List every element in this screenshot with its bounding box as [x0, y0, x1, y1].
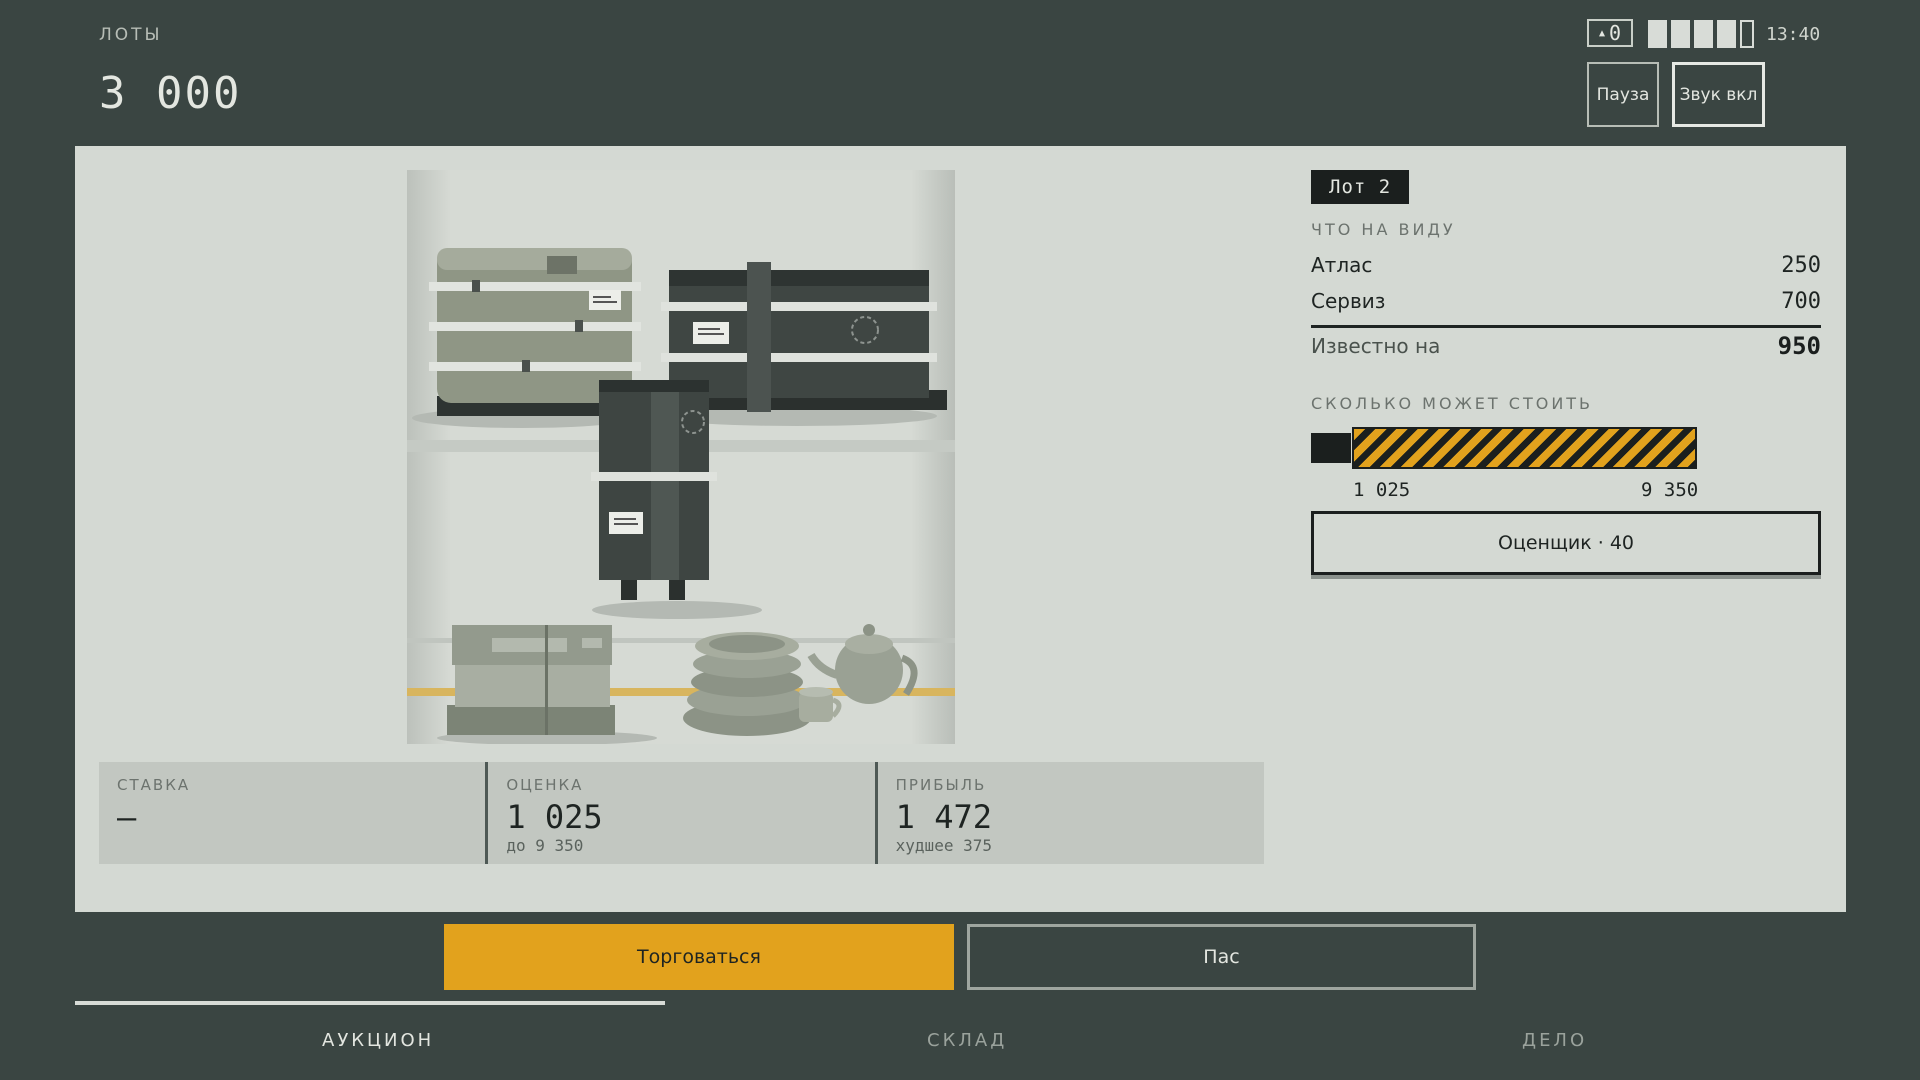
estimate-value: 1 025 — [506, 798, 603, 836]
stats-bar: СТАВКА — ОЦЕНКА 1 025 до 9 350 ПРИБЫЛЬ 1… — [99, 762, 1264, 864]
bid-value: — — [117, 798, 137, 836]
value-range-bar — [1311, 427, 1821, 471]
unknown-range-stripe — [1352, 427, 1697, 469]
battery-bar — [1648, 20, 1667, 48]
lot-illustration — [407, 170, 955, 744]
estimate-stat: ОЦЕНКА 1 025 до 9 350 — [485, 762, 875, 864]
money-value: 3 000 — [99, 68, 242, 119]
range-labels: 1 025 9 350 — [1311, 479, 1821, 505]
item-value: 250 — [1781, 252, 1821, 278]
lot-badge: Лот 2 — [1311, 170, 1410, 204]
battery-indicator — [1648, 20, 1754, 48]
trade-button[interactable]: Торговаться — [444, 924, 954, 990]
known-value-marker — [1311, 433, 1351, 463]
profit-value: 1 472 — [895, 798, 992, 836]
profit-label: ПРИБЫЛЬ — [895, 776, 987, 794]
item-name: Сервиз — [1311, 289, 1386, 313]
worth-title: СКОЛЬКО МОЖЕТ СТОИТЬ — [1311, 394, 1594, 413]
battery-bar — [1717, 20, 1736, 48]
known-value: 950 — [1777, 332, 1821, 360]
signal-up-icon: ▲ — [1598, 27, 1605, 39]
sound-toggle-button[interactable]: Звук вкл — [1672, 62, 1765, 127]
battery-bar — [1694, 20, 1713, 48]
clock: 13:40 — [1766, 24, 1821, 45]
known-total-row: Известно на 950 — [1311, 325, 1821, 364]
estimate-sub: до 9 350 — [506, 836, 584, 855]
range-high: 9 350 — [1641, 479, 1699, 501]
known-label: Известно на — [1311, 334, 1441, 358]
profit-stat: ПРИБЫЛЬ 1 472 худшее 375 — [874, 762, 1264, 864]
signal-indicator: ▲ 0 — [1587, 19, 1633, 47]
item-name: Атлас — [1311, 253, 1373, 277]
tab-case[interactable]: ДЕЛО — [1522, 1030, 1587, 1051]
item-value: 700 — [1781, 288, 1821, 314]
estimate-label: ОЦЕНКА — [506, 776, 584, 794]
visible-items-title: ЧТО НА ВИДУ — [1311, 220, 1456, 239]
pause-button[interactable]: Пауза — [1587, 62, 1659, 127]
lot-details: Лот 2 ЧТО НА ВИДУ Атлас 250 Сервиз 700 И… — [1311, 170, 1821, 575]
list-item: Атлас 250 — [1311, 247, 1821, 283]
list-item: Сервиз 700 — [1311, 283, 1821, 319]
auction-panel: СТАВКА — ОЦЕНКА 1 025 до 9 350 ПРИБЫЛЬ 1… — [75, 146, 1846, 912]
bid-stat: СТАВКА — — [99, 762, 486, 864]
tab-auction[interactable]: АУКЦИОН — [322, 1030, 434, 1051]
appraiser-button[interactable]: Оценщик · 40 — [1311, 511, 1821, 575]
active-tab-indicator — [75, 1001, 665, 1005]
range-low: 1 025 — [1353, 479, 1411, 501]
pass-button[interactable]: Пас — [967, 924, 1476, 990]
signal-value: 0 — [1608, 21, 1622, 45]
battery-bar-empty — [1740, 20, 1754, 48]
lots-label: ЛОТЫ — [99, 25, 163, 45]
battery-bar — [1671, 20, 1690, 48]
bid-label: СТАВКА — [117, 776, 191, 794]
tab-warehouse[interactable]: СКЛАД — [927, 1030, 1007, 1051]
profit-sub: худшее 375 — [895, 836, 992, 855]
